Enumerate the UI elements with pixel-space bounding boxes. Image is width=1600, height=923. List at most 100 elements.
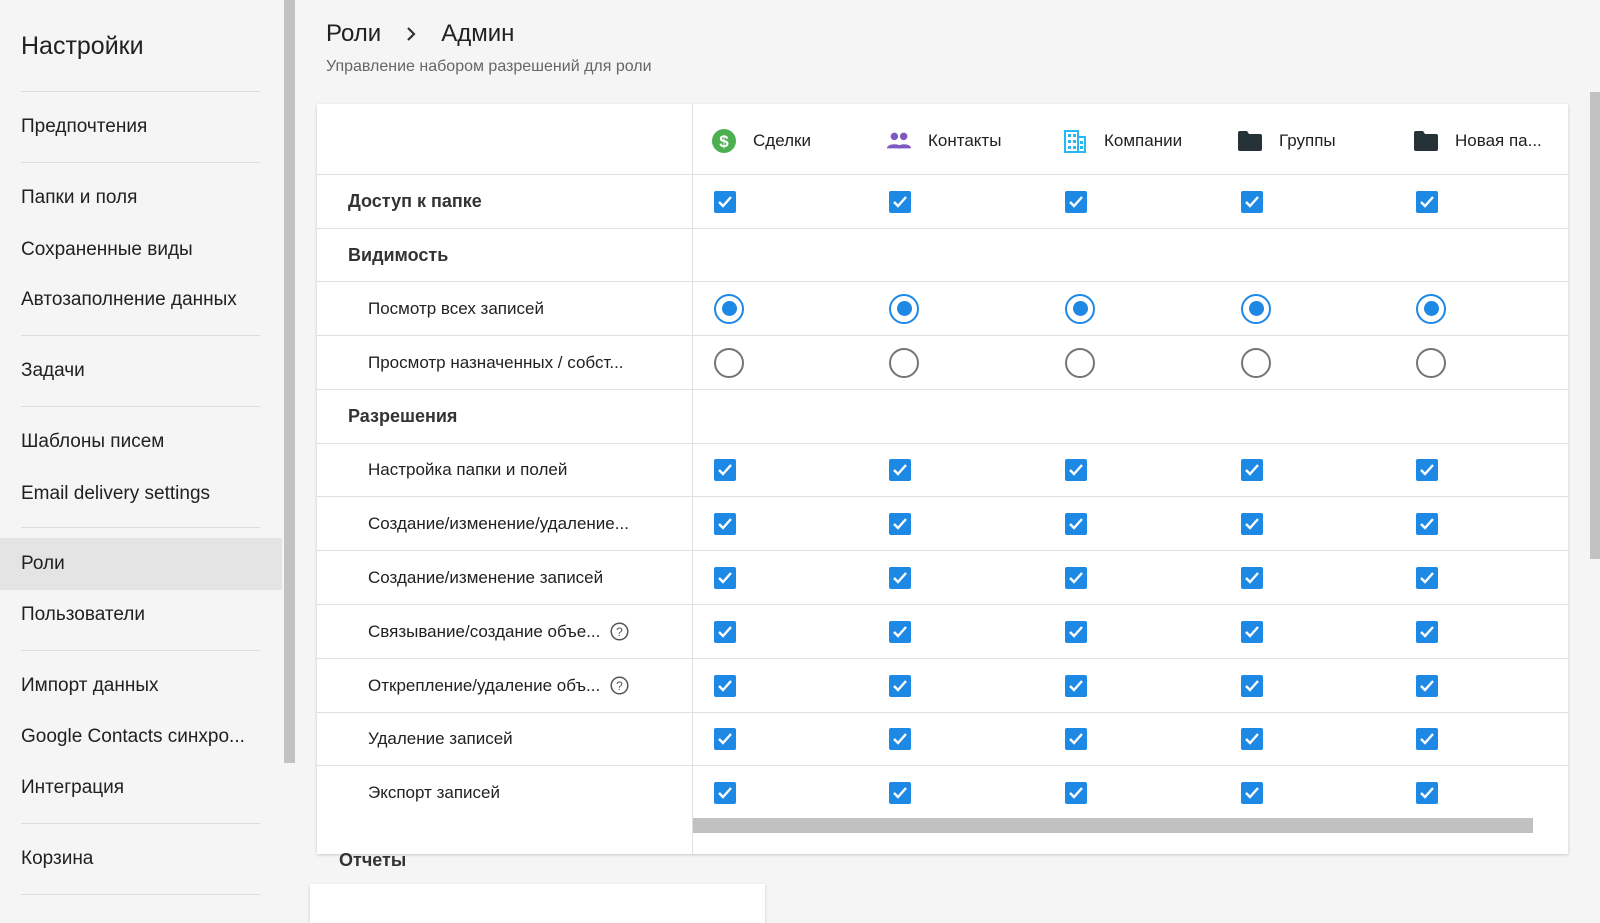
checkbox-checked[interactable] xyxy=(889,512,911,535)
row-label: Открепление/удаление объ... xyxy=(368,675,601,695)
checkbox-checked[interactable] xyxy=(889,190,911,213)
permission-cell xyxy=(1416,175,1438,228)
checkbox-checked[interactable] xyxy=(889,728,911,750)
permission-cell xyxy=(889,551,911,604)
row-label: Удаление записей xyxy=(368,729,513,748)
column-label: Контакты xyxy=(928,131,1002,150)
sidebar-item-email-templates[interactable]: Шаблоны писем xyxy=(0,416,282,468)
permission-cell xyxy=(889,605,911,658)
checkbox-checked[interactable] xyxy=(1065,459,1087,481)
checkbox-checked[interactable] xyxy=(889,566,911,589)
sidebar-item-roles[interactable]: Роли xyxy=(0,538,282,590)
page-scrollbar[interactable] xyxy=(1590,92,1600,559)
checkbox-checked[interactable] xyxy=(714,620,736,643)
radio-unselected[interactable] xyxy=(889,347,919,378)
permission-cell xyxy=(889,336,919,389)
permission-cell xyxy=(1416,497,1438,550)
checkbox-checked[interactable] xyxy=(1065,782,1087,804)
radio-selected[interactable] xyxy=(889,293,919,324)
sidebar-item-folders-fields[interactable]: Папки и поля xyxy=(0,172,282,224)
checkbox-checked[interactable] xyxy=(1416,459,1438,481)
radio-unselected[interactable] xyxy=(714,347,744,378)
checkbox-checked[interactable] xyxy=(714,674,736,697)
checkbox-checked[interactable] xyxy=(714,782,736,804)
permission-cell xyxy=(1241,551,1263,604)
permission-cell xyxy=(1065,175,1087,228)
checkbox-checked[interactable] xyxy=(1065,190,1087,213)
checkbox-checked[interactable] xyxy=(1416,190,1438,213)
permission-cell xyxy=(1065,282,1095,335)
checkbox-checked[interactable] xyxy=(1416,566,1438,589)
permission-cell xyxy=(714,551,736,604)
permission-cell xyxy=(1416,444,1438,496)
checkbox-checked[interactable] xyxy=(1241,566,1263,589)
checkbox-checked[interactable] xyxy=(889,459,911,481)
section-label: Видимость xyxy=(348,244,449,265)
checkbox-checked[interactable] xyxy=(889,782,911,804)
help-icon[interactable]: ? xyxy=(610,622,629,641)
checkbox-checked[interactable] xyxy=(714,459,736,481)
sidebar-scrollbar[interactable] xyxy=(284,0,295,763)
table-row-unlink-delete: Открепление/удаление объ... ? xyxy=(317,659,1568,713)
checkbox-checked[interactable] xyxy=(1065,674,1087,697)
breadcrumb-root[interactable]: Роли xyxy=(326,20,381,48)
help-icon[interactable]: ? xyxy=(610,676,629,695)
checkbox-checked[interactable] xyxy=(1241,674,1263,697)
permission-cell xyxy=(1241,282,1271,335)
checkbox-checked[interactable] xyxy=(1065,728,1087,750)
checkbox-checked[interactable] xyxy=(1241,620,1263,643)
checkbox-checked[interactable] xyxy=(1416,512,1438,535)
checkbox-checked[interactable] xyxy=(1241,782,1263,804)
sidebar-item-import[interactable]: Импорт данных xyxy=(0,660,282,712)
people-icon xyxy=(886,128,912,154)
row-label: Экспорт записей xyxy=(368,783,500,802)
checkbox-checked[interactable] xyxy=(1241,190,1263,213)
checkbox-checked[interactable] xyxy=(1241,728,1263,750)
sidebar-divider xyxy=(21,162,260,163)
permission-cell xyxy=(1065,713,1087,765)
sidebar-item-google-contacts[interactable]: Google Contacts синхро... xyxy=(0,711,282,763)
sidebar-item-integration[interactable]: Интеграция xyxy=(0,762,282,814)
checkbox-checked[interactable] xyxy=(1065,512,1087,535)
permission-cell xyxy=(889,766,911,820)
radio-selected[interactable] xyxy=(714,293,744,324)
checkbox-checked[interactable] xyxy=(889,674,911,697)
sidebar-item-trash[interactable]: Корзина xyxy=(0,833,282,885)
checkbox-checked[interactable] xyxy=(714,190,736,213)
sidebar-divider xyxy=(21,650,260,651)
table-row-delete: Удаление записей xyxy=(317,713,1568,766)
sidebar-item-tasks[interactable]: Задачи xyxy=(0,345,282,397)
checkbox-checked[interactable] xyxy=(714,728,736,750)
sidebar-divider xyxy=(21,91,260,92)
checkbox-checked[interactable] xyxy=(714,512,736,535)
table-row-export: Экспорт записей xyxy=(317,766,1568,854)
sidebar-item-users[interactable]: Пользователи xyxy=(0,589,282,641)
sidebar-item-email-delivery[interactable]: Email delivery settings xyxy=(0,468,282,520)
radio-selected[interactable] xyxy=(1065,293,1095,324)
checkbox-checked[interactable] xyxy=(1065,620,1087,643)
checkbox-checked[interactable] xyxy=(1241,512,1263,535)
sidebar-item-autofill[interactable]: Автозаполнение данных xyxy=(0,274,282,326)
svg-text:?: ? xyxy=(617,625,624,639)
permission-cell xyxy=(1416,336,1446,389)
checkbox-checked[interactable] xyxy=(1241,459,1263,481)
chevron-right-icon xyxy=(405,25,417,43)
column-header-contacts: Контакты xyxy=(886,126,1001,156)
checkbox-checked[interactable] xyxy=(1065,566,1087,589)
checkbox-checked[interactable] xyxy=(714,566,736,589)
radio-selected[interactable] xyxy=(1416,293,1446,324)
checkbox-checked[interactable] xyxy=(889,620,911,643)
radio-unselected[interactable] xyxy=(1416,347,1446,378)
checkbox-checked[interactable] xyxy=(1416,728,1438,750)
sidebar-item-preferences[interactable]: Предпочтения xyxy=(0,101,282,153)
checkbox-checked[interactable] xyxy=(1416,674,1438,697)
radio-selected[interactable] xyxy=(1241,293,1271,324)
checkbox-checked[interactable] xyxy=(1416,620,1438,643)
sidebar-item-saved-views[interactable]: Сохраненные виды xyxy=(0,224,282,276)
checkbox-checked[interactable] xyxy=(1416,782,1438,804)
radio-unselected[interactable] xyxy=(1241,347,1271,378)
horizontal-scrollbar[interactable] xyxy=(693,818,1533,833)
column-label: Новая па... xyxy=(1455,131,1542,150)
permission-cell xyxy=(1241,766,1263,820)
radio-unselected[interactable] xyxy=(1065,347,1095,378)
